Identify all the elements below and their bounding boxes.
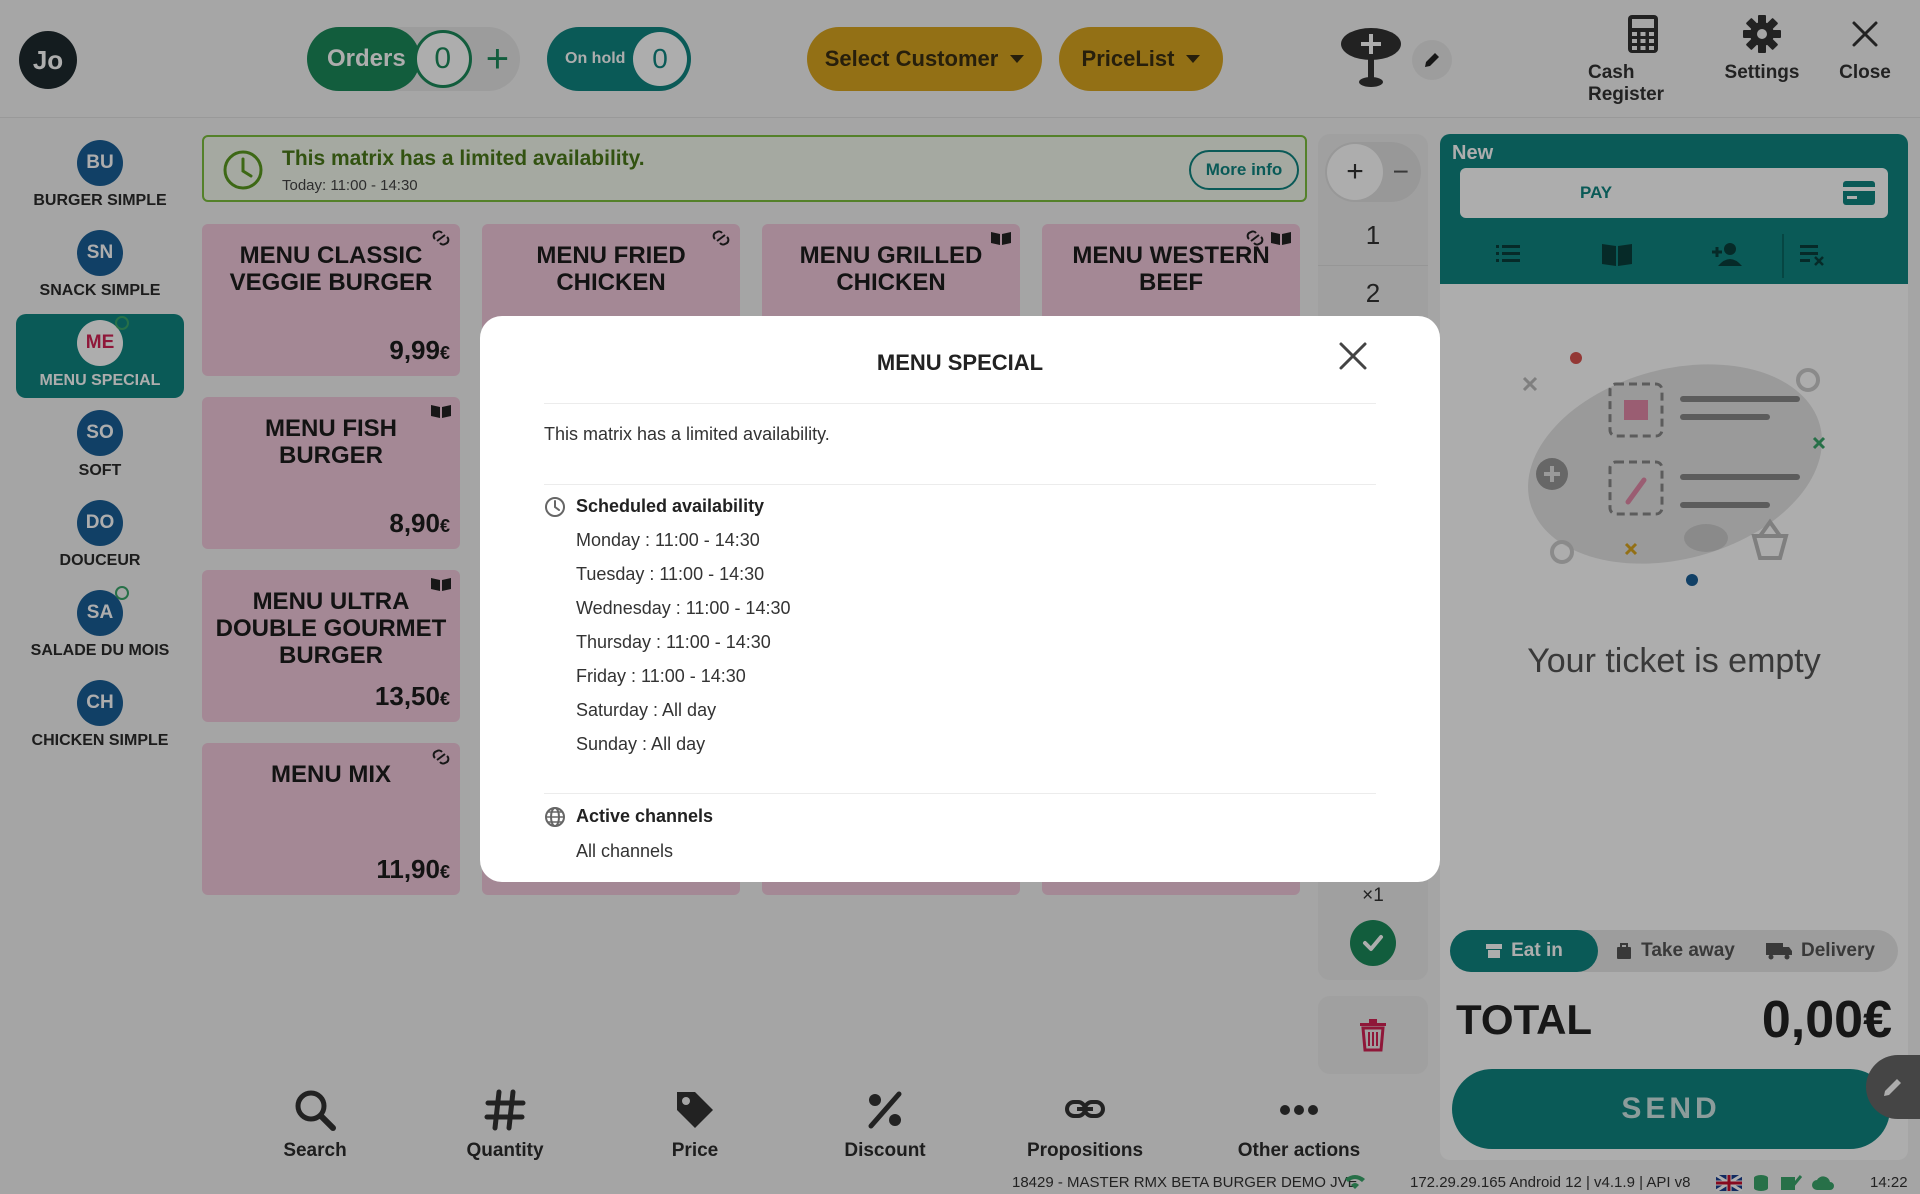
- schedule-title: Scheduled availability: [576, 496, 765, 516]
- divider: [544, 484, 1376, 485]
- clock-icon: [545, 497, 565, 517]
- divider: [544, 793, 1376, 794]
- channels-value: All channels: [576, 841, 674, 861]
- schedule-row: Tuesday : 11:00 - 14:30: [576, 564, 765, 584]
- availability-modal: MENU SPECIAL This matrix has a limited a…: [480, 316, 1440, 882]
- schedule-row: Saturday : All day: [576, 700, 717, 720]
- schedule-row: Thursday : 11:00 - 14:30: [576, 632, 771, 652]
- globe-icon: [545, 807, 565, 827]
- close-icon: [1339, 342, 1367, 370]
- schedule-row: Friday : 11:00 - 14:30: [576, 666, 746, 686]
- divider: [544, 403, 1376, 404]
- schedule-row: Wednesday : 11:00 - 14:30: [576, 598, 791, 618]
- modal-close-button[interactable]: [1333, 336, 1373, 376]
- schedule-row: Sunday : All day: [576, 734, 706, 754]
- modal-title: MENU SPECIAL: [876, 350, 1044, 375]
- modal-description: This matrix has a limited availability.: [544, 424, 830, 444]
- schedule-row: Monday : 11:00 - 14:30: [576, 530, 760, 550]
- channels-title: Active channels: [576, 806, 714, 826]
